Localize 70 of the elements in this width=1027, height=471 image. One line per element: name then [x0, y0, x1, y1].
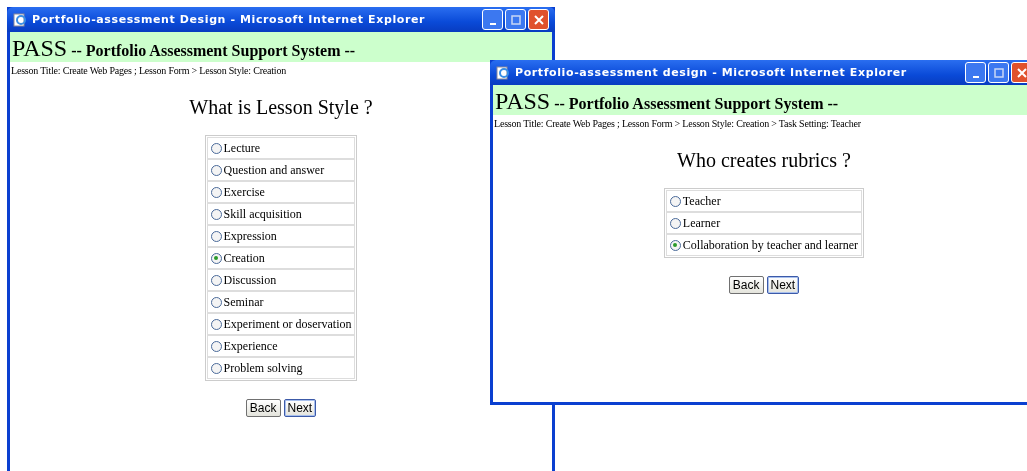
radio-button[interactable] [210, 142, 222, 154]
browser-icon [496, 65, 510, 80]
option-row[interactable]: Discussion [206, 269, 356, 291]
option-row[interactable]: Lecture [206, 137, 356, 159]
option-row[interactable]: Seminar [206, 291, 356, 313]
nav-button[interactable]: Next [283, 399, 317, 417]
window-title: Portfolio-assessment design - Microsoft Internet Explorer [515, 66, 908, 79]
radio-button[interactable] [210, 164, 222, 176]
close-button[interactable] [528, 9, 549, 30]
maximize-icon [993, 67, 1004, 78]
radio-button[interactable] [210, 208, 222, 220]
nav-button[interactable]: Back [728, 276, 764, 294]
option-label: Question and answer [223, 162, 325, 178]
option-row[interactable]: Teacher [665, 190, 863, 212]
option-label: Learner [682, 215, 721, 231]
radio-button[interactable] [210, 186, 222, 198]
option-row[interactable]: Experiment or doservation [206, 313, 356, 335]
option-label: Lecture [223, 140, 261, 156]
radio-button[interactable] [210, 362, 222, 374]
option-label: Expression [223, 228, 277, 244]
browser-icon [13, 12, 27, 27]
minimize-icon [972, 75, 979, 78]
radio-button[interactable] [210, 230, 222, 242]
radio-button[interactable] [210, 296, 222, 308]
question-heading: What is Lesson Style ? [189, 96, 373, 119]
option-row[interactable]: Exercise [206, 181, 356, 203]
option-row[interactable]: Problem solving [206, 357, 356, 379]
minimize-button[interactable] [482, 9, 503, 30]
option-label: Seminar [223, 294, 264, 310]
minimize-button[interactable] [965, 62, 986, 83]
maximize-button[interactable] [505, 9, 526, 30]
question-heading: Who creates rubrics ? [677, 149, 851, 172]
radio-button[interactable] [669, 239, 681, 251]
logo-text: PASS [495, 87, 551, 115]
option-row[interactable]: Creation [206, 247, 356, 269]
radio-button[interactable] [210, 318, 222, 330]
option-label: Creation [223, 250, 265, 266]
header-subtitle: -- Portfolio Assessment Support System -- [554, 95, 839, 113]
header-subtitle: -- Portfolio Assessment Support System -- [71, 42, 356, 60]
option-row[interactable]: Skill acquisition [206, 203, 356, 225]
option-label: Collaboration by teacher and learner [682, 237, 859, 253]
maximize-icon [510, 14, 521, 25]
option-row[interactable]: Collaboration by teacher and learner [665, 234, 863, 256]
close-icon [1016, 67, 1027, 78]
radio-button[interactable] [669, 217, 681, 229]
maximize-button[interactable] [988, 62, 1009, 83]
radio-button[interactable] [210, 340, 222, 352]
option-label: Skill acquisition [223, 206, 302, 222]
close-icon [533, 14, 544, 25]
option-row[interactable]: Question and answer [206, 159, 356, 181]
option-label: Exercise [223, 184, 265, 200]
option-label: Discussion [223, 272, 277, 288]
radio-button[interactable] [210, 274, 222, 286]
option-row[interactable]: Expression [206, 225, 356, 247]
option-label: Experience [223, 338, 278, 354]
close-button[interactable] [1011, 62, 1027, 83]
option-label: Problem solving [223, 360, 303, 376]
nav-button[interactable]: Back [245, 399, 281, 417]
radio-button[interactable] [210, 252, 222, 264]
nav-button[interactable]: Next [766, 276, 800, 294]
radio-button[interactable] [669, 195, 681, 207]
breadcrumb: Lesson Title: Create Web Pages ; Lesson Form > Lesson Style: Creation [10, 64, 286, 76]
option-row[interactable]: Learner [665, 212, 863, 234]
option-label: Teacher [682, 193, 721, 209]
breadcrumb: Lesson Title: Create Web Pages ; Lesson Form > Lesson Style: Creation > Task Setting: Teacher [493, 117, 861, 129]
logo-text: PASS [12, 34, 68, 62]
minimize-icon [489, 22, 496, 25]
option-label: Experiment or doservation [223, 316, 352, 332]
window-title: Portfolio-assessment Design - Microsoft Internet Explorer [32, 13, 427, 26]
option-row[interactable]: Experience [206, 335, 356, 357]
